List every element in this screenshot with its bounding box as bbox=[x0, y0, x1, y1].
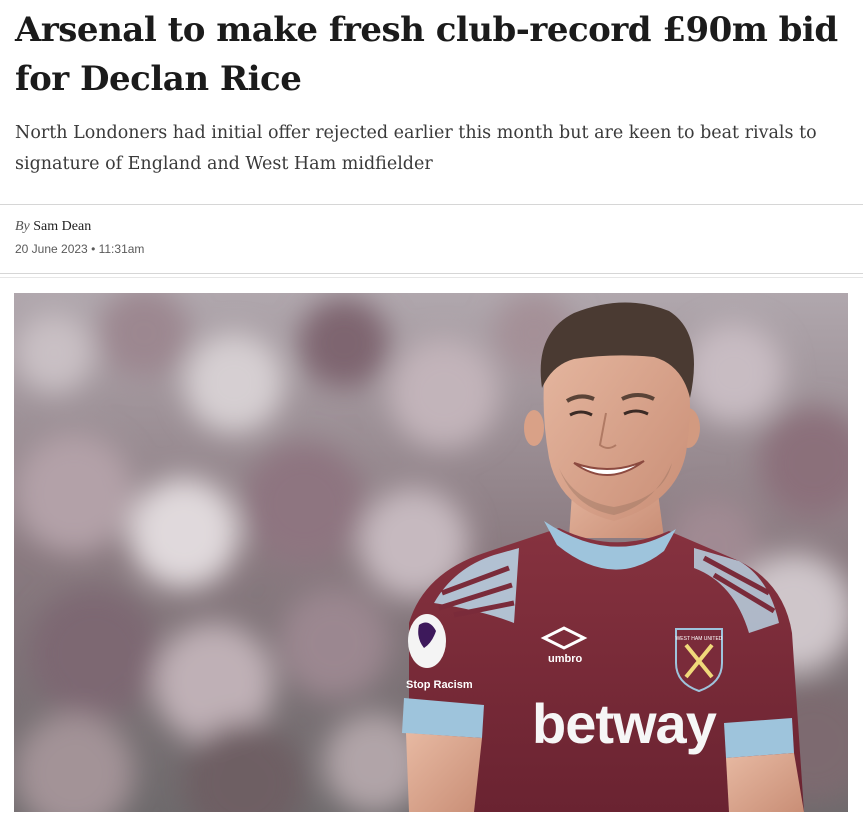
headline: Arsenal to make fresh club-record £90m b… bbox=[15, 10, 838, 99]
player-shirt bbox=[402, 521, 804, 812]
club-crest: WEST HAM UNITED bbox=[675, 628, 723, 693]
standfirst: North Londoners had initial offer reject… bbox=[15, 123, 817, 174]
byline: By Sam Dean bbox=[15, 219, 91, 235]
byline-prefix: By bbox=[15, 219, 30, 234]
divider-top bbox=[0, 204, 863, 205]
player-photo: Stop Racism umbro WEST HAM UNITED betway bbox=[14, 293, 848, 812]
sponsor-text: betway bbox=[532, 692, 717, 755]
hero-image: Stop Racism umbro WEST HAM UNITED betway bbox=[14, 293, 848, 812]
divider-bottom-2 bbox=[0, 277, 863, 278]
league-badge bbox=[408, 614, 446, 668]
dateline: 20 June 2023 • 11:31am bbox=[15, 242, 145, 256]
sleeve-text: Stop Racism bbox=[406, 679, 473, 691]
crest-text: WEST HAM UNITED bbox=[676, 636, 723, 642]
divider-bottom bbox=[0, 273, 863, 274]
author-link[interactable]: Sam Dean bbox=[33, 219, 91, 234]
kit-brand-text: umbro bbox=[548, 653, 583, 665]
